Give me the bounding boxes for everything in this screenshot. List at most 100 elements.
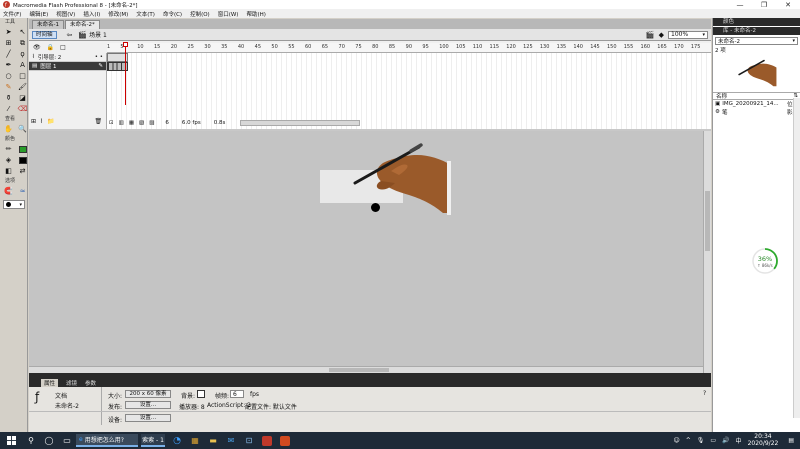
notification-icon[interactable]: ▤ bbox=[788, 437, 794, 444]
edit-symbol-icon[interactable]: ◆ bbox=[659, 31, 664, 39]
frame-ruler[interactable]: 1 5 10 15 20 25 30 35 40 45 50 55 60 65 70 75 80 85 90 95 10… bbox=[107, 43, 711, 53]
brush-size-select[interactable]: ▾ bbox=[3, 200, 25, 209]
zoom-icon[interactable]: 🔍 bbox=[17, 124, 28, 134]
stage-horizontal-scrollbar[interactable] bbox=[29, 366, 703, 373]
ppt-taskbar-icon[interactable] bbox=[276, 435, 294, 446]
tab-untitled-2[interactable]: 未命名-2* bbox=[64, 20, 100, 29]
size-button[interactable]: 200 x 60 像素 bbox=[125, 390, 171, 398]
menu-text[interactable]: 文本(T) bbox=[136, 10, 155, 18]
menu-insert[interactable]: 插入(I) bbox=[83, 10, 100, 18]
swap-colors-icon[interactable]: ⇄ bbox=[17, 166, 28, 176]
store-icon[interactable]: ⊡ bbox=[240, 436, 258, 445]
menu-help[interactable]: 帮助(H) bbox=[246, 10, 265, 18]
onion-markers-icon[interactable]: ▨ bbox=[149, 120, 154, 126]
color-panel-header[interactable]: 颜色 bbox=[713, 18, 800, 26]
gradient-transform-icon[interactable]: ⧉ bbox=[17, 38, 28, 48]
frame-rate-input[interactable]: 6 bbox=[230, 390, 244, 398]
pencil-icon[interactable]: ✎ bbox=[3, 82, 14, 92]
onion-skin-icon[interactable]: ▥ bbox=[119, 120, 124, 126]
timeline-scrollbar[interactable] bbox=[240, 119, 361, 126]
microphone-icon[interactable]: 🎙 bbox=[697, 437, 705, 444]
edit-scene-icon[interactable]: 🎬 bbox=[646, 31, 655, 39]
photos-icon[interactable]: ▦ bbox=[186, 436, 204, 445]
taskbar-app-search[interactable]: 索索 - 1 bbox=[141, 434, 165, 447]
edge-browser-icon[interactable]: ◔ bbox=[168, 436, 186, 446]
tab-untitled-1[interactable]: 未命名-1 bbox=[32, 20, 64, 29]
menu-control[interactable]: 控制(O) bbox=[190, 10, 210, 18]
layer-1[interactable]: ▤ 图层 1 ✎ bbox=[29, 62, 106, 71]
tab-properties[interactable]: 属性 bbox=[41, 378, 59, 387]
arrow-icon[interactable]: ➤ bbox=[3, 27, 14, 37]
ime-indicator[interactable]: 中 bbox=[736, 436, 742, 445]
edit-multiple-icon[interactable]: ▧ bbox=[139, 120, 144, 126]
stage-area[interactable] bbox=[29, 131, 711, 373]
layer-guide[interactable]: ⌇ 引导层: 2 • • bbox=[29, 53, 106, 62]
free-transform-icon[interactable]: ⊞ bbox=[3, 38, 14, 48]
zoom-select[interactable]: 100% ▾ bbox=[668, 30, 708, 39]
maximize-button[interactable]: ❐ bbox=[752, 0, 776, 9]
menu-modify[interactable]: 修改(M) bbox=[108, 10, 128, 18]
menu-view[interactable]: 视图(V) bbox=[56, 10, 75, 18]
tab-filters[interactable]: 滤镜 bbox=[66, 379, 77, 387]
mail-icon[interactable]: ✉ bbox=[222, 436, 240, 445]
library-panel-header[interactable]: 库 - 未命名-2 bbox=[713, 27, 800, 35]
library-column-header[interactable]: 名称 ⇅ bbox=[713, 92, 800, 100]
line-icon[interactable]: ╱ bbox=[3, 49, 14, 59]
flash-taskbar-icon[interactable] bbox=[258, 435, 276, 446]
lasso-icon[interactable]: ϙ bbox=[17, 49, 28, 59]
help-icon[interactable]: ? bbox=[703, 390, 706, 397]
eye-icon[interactable]: 👁 bbox=[33, 44, 41, 51]
search-icon[interactable]: ⚲ bbox=[22, 436, 40, 445]
library-scrollbar[interactable] bbox=[793, 98, 800, 418]
library-item[interactable]: ▣ IMG_20200921_14... 位图 bbox=[713, 100, 800, 108]
paint-bucket-icon[interactable]: ◪ bbox=[17, 93, 28, 103]
library-item[interactable]: ⚙ 笔 影片 bbox=[713, 108, 800, 116]
snap-icon[interactable]: 🧲 bbox=[3, 186, 14, 196]
device-settings-button[interactable]: 设置... bbox=[125, 414, 171, 422]
clock[interactable]: 20:34 2020/9/22 bbox=[748, 433, 779, 447]
add-layer-icon[interactable]: ⊞ bbox=[31, 118, 36, 125]
fill-color-icon[interactable]: ◈ bbox=[3, 155, 14, 165]
playhead[interactable] bbox=[125, 43, 126, 105]
add-folder-icon[interactable]: 📁 bbox=[47, 118, 54, 125]
rectangle-icon[interactable]: □ bbox=[17, 71, 28, 81]
windows-tablet-icon[interactable]: ▭ bbox=[58, 436, 76, 445]
stroke-swatch[interactable] bbox=[17, 144, 28, 154]
oval-icon[interactable]: ○ bbox=[3, 71, 14, 81]
center-frame-icon[interactable]: ⊡ bbox=[109, 120, 114, 126]
black-dot[interactable] bbox=[371, 203, 380, 212]
menu-edit[interactable]: 编辑(E) bbox=[29, 10, 48, 18]
onion-outline-icon[interactable]: ▦ bbox=[129, 120, 134, 126]
lock-icon[interactable]: 🔒 bbox=[47, 44, 54, 51]
subselect-icon[interactable]: ↖ bbox=[17, 27, 28, 37]
black-white-icon[interactable]: ◧ bbox=[3, 166, 14, 176]
windows-start-icon[interactable] bbox=[0, 432, 22, 449]
pen-icon[interactable]: ✒ bbox=[3, 60, 14, 70]
playhead-handle[interactable] bbox=[123, 42, 128, 47]
fill-swatch[interactable] bbox=[17, 155, 28, 165]
close-button[interactable]: ✕ bbox=[776, 0, 800, 9]
menu-commands[interactable]: 命令(C) bbox=[163, 10, 182, 18]
publish-settings-button[interactable]: 设置... bbox=[125, 401, 171, 409]
stage-vertical-scrollbar[interactable] bbox=[703, 131, 711, 373]
task-view-icon[interactable]: ◯ bbox=[40, 436, 58, 445]
menu-file[interactable]: 文件(F) bbox=[3, 10, 21, 18]
tray-person-icon[interactable]: ☺ bbox=[673, 437, 679, 444]
hand-with-pen-image[interactable] bbox=[351, 143, 451, 215]
tray-expand-icon[interactable]: ^ bbox=[686, 437, 691, 444]
text-icon[interactable]: A bbox=[17, 60, 28, 70]
volume-icon[interactable]: 🔊 bbox=[722, 437, 729, 444]
add-guide-icon[interactable]: ⌇ bbox=[40, 118, 43, 125]
back-arrow-icon[interactable]: ⇦ bbox=[67, 31, 73, 39]
file-explorer-icon[interactable]: ▬ bbox=[204, 436, 222, 445]
tab-parameters[interactable]: 参数 bbox=[85, 379, 96, 387]
brush-icon[interactable]: 🖌 bbox=[17, 82, 28, 92]
trash-icon[interactable]: 🗑 bbox=[94, 118, 102, 125]
minimize-button[interactable]: — bbox=[728, 0, 752, 9]
eraser-icon[interactable]: ⌫ bbox=[17, 104, 28, 114]
background-swatch[interactable] bbox=[197, 390, 205, 398]
ink-bottle-icon[interactable]: ⚱ bbox=[3, 93, 14, 103]
menu-window[interactable]: 窗口(W) bbox=[218, 10, 239, 18]
library-select[interactable]: 未命名-2 ▾ bbox=[715, 37, 798, 45]
timeline-toggle-button[interactable]: 时间轴 bbox=[32, 30, 57, 39]
